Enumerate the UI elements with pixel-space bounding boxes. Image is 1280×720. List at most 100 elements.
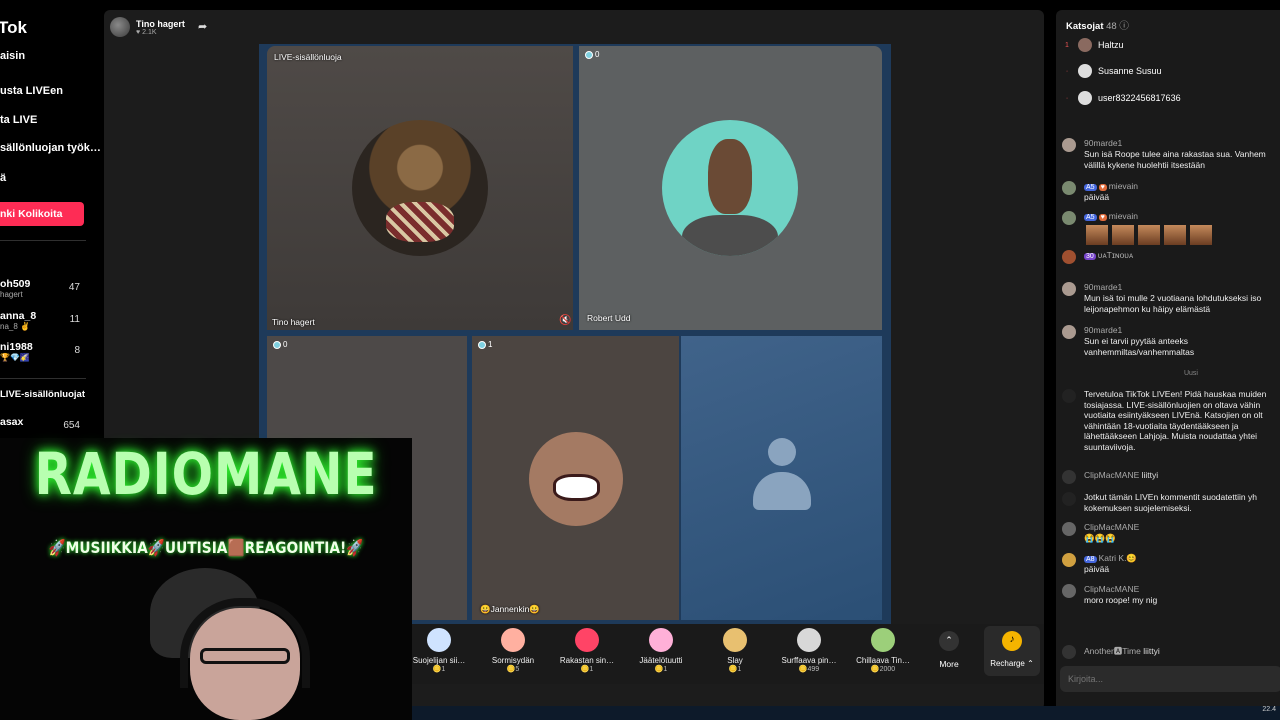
info-icon[interactable]: ⓘ — [1119, 21, 1129, 32]
chat-user[interactable]: ClipMacMANE — [1084, 522, 1139, 532]
creator-item[interactable]: ni1988 🏆💎🌠 8 — [0, 341, 84, 365]
chat-user[interactable]: Another🅰Time liittyi — [1084, 645, 1160, 657]
creator-item[interactable]: anna_8 na_8 ✌ 11 — [0, 310, 84, 334]
user-avatar — [1062, 584, 1076, 598]
chat-user-name: ᴜᴀTɪɴᴏᴜᴀ — [1097, 250, 1134, 260]
chat-user-name: mievain — [1108, 181, 1139, 191]
more-gifts-button[interactable]: ⌃ More — [934, 628, 964, 669]
nav-item-2[interactable]: usta LIVEen — [0, 85, 63, 97]
viewer-rank: · — [1065, 94, 1069, 102]
creator-count: 8 — [74, 345, 80, 356]
host-name: Tino hagert — [136, 18, 185, 29]
gift-image — [1086, 225, 1108, 245]
channel-tagline: 🚀MUSIIKKIA🚀UUTISIA🟫REAGOINTIA!🚀 — [48, 538, 364, 557]
viewers-count: 48 — [1106, 21, 1117, 32]
score-badge: 0 — [273, 340, 287, 349]
score-dot-icon — [585, 50, 593, 59]
gift-name: Rakastan sin… — [559, 656, 615, 665]
viewers-header[interactable]: Katsojat 48 ⓘ — [1066, 18, 1129, 32]
chat-user[interactable]: ClipMacMANE — [1084, 584, 1139, 594]
tiktok-icon — [1062, 492, 1076, 506]
score-value: 1 — [488, 340, 493, 349]
gift-item[interactable]: Sormisydän 🪙5 — [478, 626, 548, 680]
gift-item[interactable]: Jäätelötuutti 🪙1 — [626, 626, 696, 680]
section-title: LIVE-sisällönluojat — [0, 389, 85, 400]
score-badge: 0 — [585, 50, 599, 59]
chat-user[interactable]: A5 ♥ mievain — [1084, 211, 1138, 221]
tile-name: Tino hagert — [272, 317, 315, 327]
viewer-row[interactable]: 1 Haltzu — [1062, 36, 1124, 54]
gift-icon — [575, 628, 599, 652]
chat-user[interactable]: 90marde1 — [1084, 325, 1122, 335]
chat-user[interactable]: 90marde1 — [1084, 138, 1122, 148]
score-dot-icon — [273, 340, 281, 349]
creator-sub: 🏆💎🌠 — [0, 353, 30, 362]
chat-user[interactable]: A8 Katri K.😊 — [1084, 553, 1137, 564]
chat-text: Jotkut tämän LIVEn kommentit suodatettii… — [1084, 492, 1257, 513]
gift-price: 🪙5 — [506, 666, 520, 673]
chat-text: päivää — [1084, 192, 1110, 202]
user-avatar — [1062, 553, 1076, 567]
guest-avatar — [662, 120, 798, 256]
share-icon[interactable]: ➦ — [198, 20, 212, 34]
gift-item[interactable]: Slay 🪙1 — [700, 626, 770, 680]
chat-text: Sun isä Roope tulee aina rakastaa sua. V… — [1084, 149, 1266, 170]
chat-input[interactable] — [1060, 666, 1260, 692]
viewer-row[interactable]: · Susanne Susuu — [1062, 62, 1162, 80]
gift-item[interactable]: Surffaava pin… 🪙499 — [774, 626, 844, 680]
chat-text: moro roope! my nig — [1084, 595, 1158, 605]
gift-price-value: 1 — [589, 666, 594, 673]
new-messages-divider: Uusi — [1183, 370, 1198, 377]
chat-message: ClipMacMANE moro roope! my nig — [1062, 584, 1280, 610]
chat-message: 30 ᴜᴀTɪɴᴏᴜᴀ — [1062, 250, 1280, 276]
score-value: 0 — [283, 340, 288, 349]
chat-text: päivää — [1084, 564, 1110, 574]
guest-tile[interactable]: 0 Robert Udd — [579, 46, 882, 330]
empty-guest-slot[interactable] — [681, 336, 882, 620]
chat-user[interactable]: A5 ♥ mievain — [1084, 181, 1138, 191]
person-head — [708, 139, 752, 214]
gift-image — [1138, 225, 1160, 245]
chat-message: A5 ♥ mievain päivää — [1062, 181, 1280, 205]
chat-text: 😭😭😭 — [1084, 533, 1116, 543]
chat-input-box[interactable] — [1060, 666, 1280, 692]
chat-user-name: ClipMacMANE — [1084, 470, 1140, 480]
nav-item-4[interactable]: sällönluojan työk… — [0, 142, 101, 154]
get-coins-button[interactable]: nki Kolikoita — [0, 202, 84, 226]
gift-icon — [427, 628, 451, 652]
gift-price: 🪙499 — [798, 666, 820, 673]
guest-tile-host[interactable]: LIVE-sisällönluoja Tino hagert — [267, 46, 573, 330]
nav-item-3[interactable]: ta LIVE — [0, 114, 37, 126]
host-chip[interactable]: Tino hagert ♥ 2.1K — [110, 14, 185, 40]
gift-price: 🪙1 — [580, 666, 594, 673]
creator-count: 654 — [63, 420, 80, 431]
gift-item[interactable]: Chillaava Tin… 🪙2000 — [848, 626, 918, 680]
gift-item[interactable]: Rakastan sin… 🪙1 — [552, 626, 622, 680]
viewers-label: Katsojat — [1066, 21, 1104, 32]
nav-item-1[interactable]: aisin — [0, 50, 25, 62]
recharge-button[interactable]: ♪ Recharge ⌃ — [984, 626, 1040, 676]
chat-user[interactable]: 30 ᴜᴀTɪɴᴏᴜᴀ — [1084, 250, 1133, 260]
gift-icon — [649, 628, 673, 652]
join-message: Another🅰Time liittyi — [1062, 645, 1280, 661]
viewer-row[interactable]: · user8322456817636 — [1062, 89, 1181, 107]
chat-user[interactable]: ClipMacMANE liittyi — [1084, 470, 1158, 480]
gift-price-value: 2000 — [879, 666, 896, 673]
chat-message: 90marde1 Sun isä Roope tulee aina rakast… — [1062, 138, 1280, 172]
creator-item[interactable]: oh509 hagert 47 — [0, 278, 84, 302]
guest-tile[interactable]: 1 😀Jannenkin😀 — [472, 336, 679, 620]
chat-user[interactable]: 90marde1 — [1084, 282, 1122, 292]
streamer-overlay: RADIOMANE 🚀MUSIIKKIA🚀UUTISIA🟫REAGOINTIA!… — [0, 438, 412, 720]
more-label: More — [939, 659, 959, 669]
gift-icon — [723, 628, 747, 652]
tiktok-logo[interactable]: Tok — [0, 18, 27, 38]
nav-item-5[interactable]: ä — [0, 172, 6, 184]
viewer-name: Susanne Susuu — [1098, 66, 1162, 76]
user-placeholder-body — [753, 472, 811, 510]
join-message: ClipMacMANE liittyi — [1062, 470, 1280, 486]
divider — [0, 240, 86, 241]
gift-item[interactable]: Suojelijan sii… 🪙1 — [404, 626, 474, 680]
user-avatar — [1062, 282, 1076, 296]
creator-item[interactable]: asax 654 — [0, 416, 84, 440]
gift-price-value: 1 — [441, 666, 446, 673]
